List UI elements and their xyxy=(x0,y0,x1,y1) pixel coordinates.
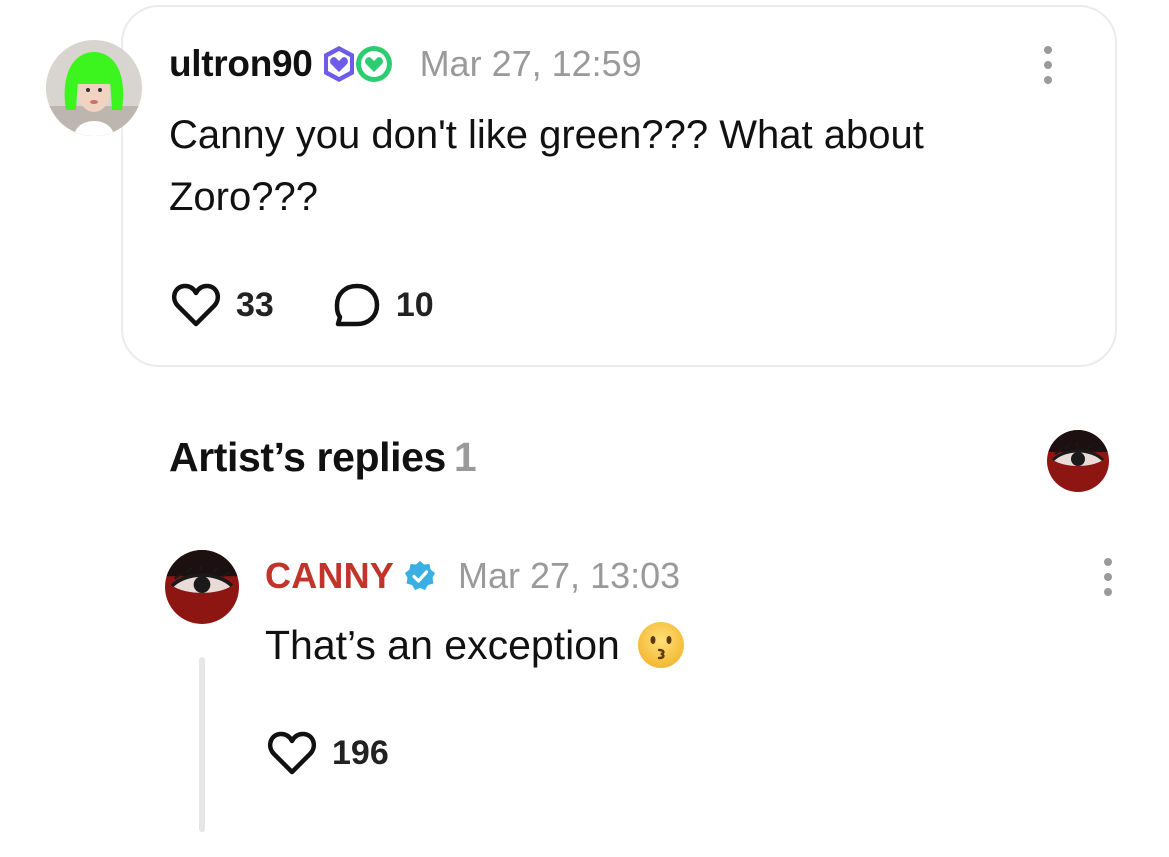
purple-heart-badge-icon xyxy=(323,46,354,82)
avatar-canny[interactable] xyxy=(165,550,239,624)
comment-username[interactable]: ultron90 xyxy=(169,43,313,85)
comment-timestamp: Mar 27, 12:59 xyxy=(419,43,642,84)
reply-header: CANNY Mar 27, 13:03 xyxy=(265,550,680,602)
kissing-face-icon xyxy=(637,622,684,668)
reply-text-row: That’s an exception xyxy=(265,614,686,676)
green-heart-badge-icon xyxy=(355,46,392,82)
avatar-ultron90[interactable] xyxy=(46,40,142,136)
artist-replies-count: 1 xyxy=(453,434,477,480)
artist-replies-title: Artist’s replies xyxy=(169,434,446,480)
heart-outline-icon xyxy=(171,283,221,327)
avatar-image xyxy=(46,40,142,136)
like-count: 33 xyxy=(236,285,274,324)
artist-replies-heading: Artist’s replies 1 xyxy=(169,434,477,481)
comment-header: ultron90 Mar 27, 12:59 xyxy=(169,38,642,90)
comment-actions: 33 10 xyxy=(170,280,434,330)
verified-badge-icon xyxy=(405,561,436,590)
heart-outline-icon xyxy=(267,731,317,775)
reply-button[interactable]: 10 xyxy=(332,281,434,329)
comment-text: Canny you don't like green??? What about… xyxy=(169,113,924,219)
reply-count: 10 xyxy=(395,285,434,324)
more-vertical-icon[interactable] xyxy=(1102,558,1114,603)
reply-username[interactable]: CANNY xyxy=(265,555,394,597)
reply-actions: 196 xyxy=(266,728,389,778)
speech-bubble-icon xyxy=(334,283,380,327)
reply-timestamp: Mar 27, 13:03 xyxy=(458,555,681,596)
eye-avatar-image xyxy=(1047,430,1109,492)
reply-text: That’s an exception xyxy=(265,621,620,668)
thread-line xyxy=(199,657,205,832)
like-button[interactable]: 33 xyxy=(170,281,274,329)
artist-avatar-small[interactable] xyxy=(1047,430,1109,492)
more-vertical-icon[interactable] xyxy=(1042,46,1054,91)
eye-avatar-image xyxy=(165,550,239,624)
like-count: 196 xyxy=(332,733,389,772)
like-button[interactable]: 196 xyxy=(266,729,389,777)
user-badges xyxy=(319,44,394,84)
